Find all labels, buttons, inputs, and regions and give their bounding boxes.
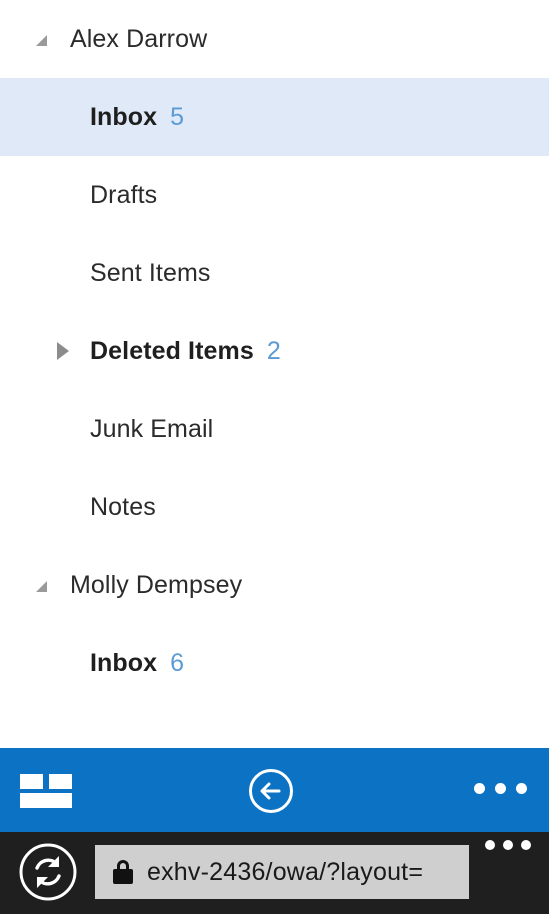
unread-count-badge: 6 (170, 648, 185, 677)
folder-label: Junk Email (90, 414, 214, 443)
browser-more-ellipsis-icon[interactable] (485, 840, 531, 850)
folder-item-inbox-molly[interactable]: Inbox 6 (0, 624, 549, 702)
lock-icon (113, 860, 133, 884)
back-arrow-circle-icon[interactable] (248, 768, 294, 814)
folder-item-deleted-items[interactable]: Deleted Items 2 (0, 312, 549, 390)
account-header-molly-dempsey[interactable]: Molly Dempsey (0, 546, 549, 624)
unread-count-badge: 2 (266, 336, 281, 365)
unread-count-badge: 5 (170, 102, 185, 131)
triangle-collapsed-icon[interactable] (52, 340, 74, 362)
app-command-bar (0, 748, 549, 832)
url-text: exhv-2436/owa/?layout= (147, 857, 424, 886)
folder-label: Sent Items (90, 258, 211, 287)
account-name-label: Molly Dempsey (70, 570, 243, 599)
folder-label: Inbox (90, 102, 158, 131)
folder-item-sent-items[interactable]: Sent Items (0, 234, 549, 312)
folder-item-notes[interactable]: Notes (0, 468, 549, 546)
refresh-circle-icon[interactable] (16, 840, 80, 904)
folder-label: Inbox (90, 648, 158, 677)
url-input-field[interactable]: exhv-2436/owa/?layout= (95, 845, 469, 899)
triangle-expanded-icon[interactable] (30, 28, 52, 50)
folder-label: Notes (90, 492, 156, 521)
folder-label: Drafts (90, 180, 158, 209)
layout-tiles-icon[interactable] (20, 774, 74, 808)
account-name-label: Alex Darrow (70, 24, 208, 53)
folder-label: Deleted Items (90, 336, 254, 365)
folder-item-junk-email[interactable]: Junk Email (0, 390, 549, 468)
folder-item-drafts[interactable]: Drafts (0, 156, 549, 234)
more-ellipsis-icon[interactable] (474, 783, 527, 794)
folder-item-inbox-alex[interactable]: Inbox 5 (0, 78, 549, 156)
triangle-expanded-icon[interactable] (30, 574, 52, 596)
folder-tree-pane: Alex Darrow Inbox 5 Drafts Sent Items De… (0, 0, 549, 748)
account-header-alex-darrow[interactable]: Alex Darrow (0, 0, 549, 78)
